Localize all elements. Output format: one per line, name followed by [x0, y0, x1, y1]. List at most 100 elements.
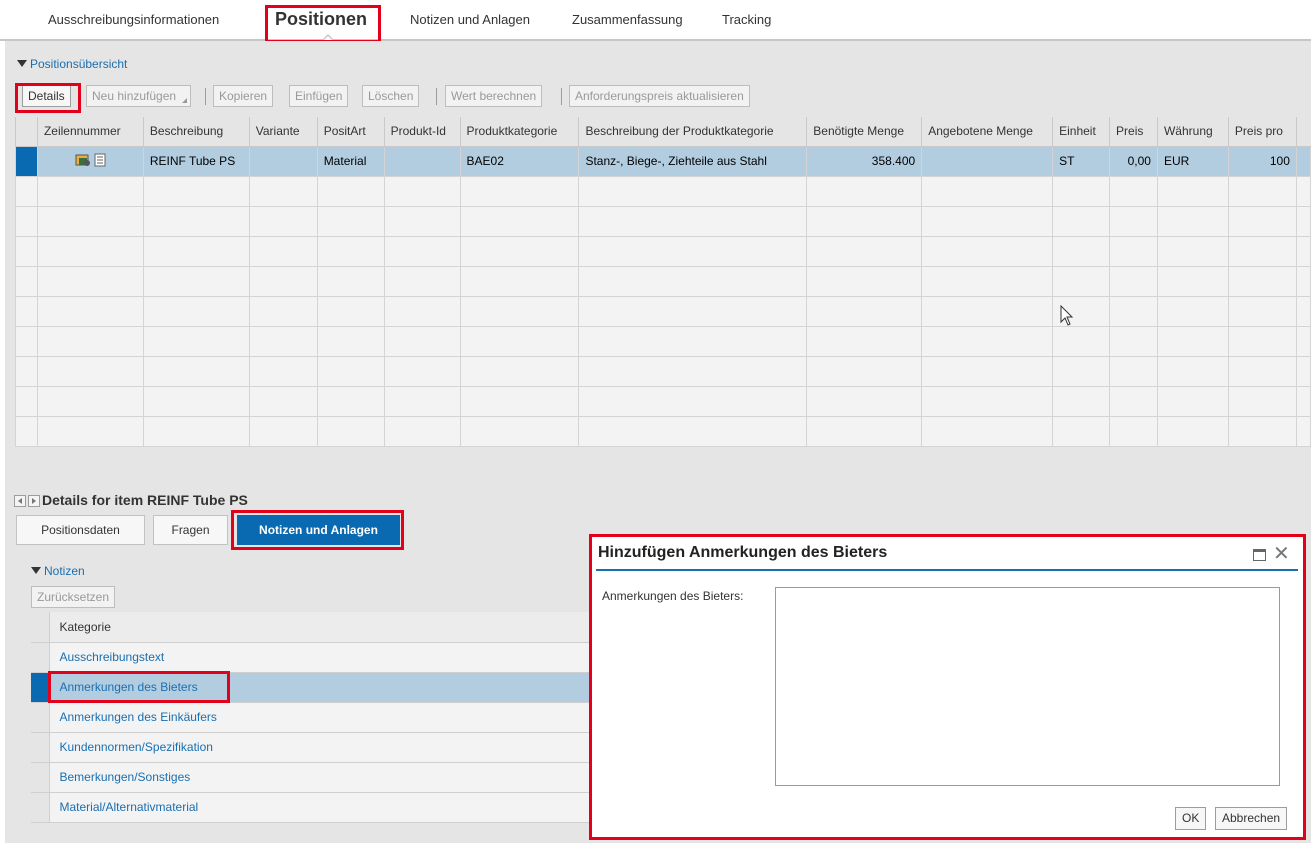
cell-preis[interactable]: 0,00: [1109, 145, 1158, 177]
reset-button[interactable]: Zurücksetzen: [31, 586, 116, 608]
tab-tracking[interactable]: Tracking: [722, 0, 771, 39]
delete-button[interactable]: Löschen: [362, 85, 420, 107]
row-selector: [15, 175, 38, 207]
empty-cell: [142, 265, 250, 297]
empty-table-row: [15, 415, 1311, 447]
category-link[interactable]: Bemerkungen/Sonstiges: [49, 762, 591, 793]
bidder-notes-textarea[interactable]: [775, 587, 1280, 786]
cell-beschreibung[interactable]: REINF Tube PS: [142, 145, 250, 177]
row-selector[interactable]: [15, 145, 38, 177]
column-header[interactable]: Preis pro: [1227, 117, 1297, 147]
section-positionsuebersicht[interactable]: Positionsübersicht: [17, 57, 127, 71]
empty-cell: [1295, 325, 1311, 357]
bidder-notes-label: Anmerkungen des Bieters:: [602, 589, 744, 603]
section-notizen[interactable]: Notizen: [31, 564, 85, 578]
list-item[interactable]: Anmerkungen des Bieters: [31, 672, 591, 703]
next-item-button[interactable]: [28, 495, 40, 507]
cell-preis-pro[interactable]: 100: [1227, 145, 1297, 177]
empty-cell: [806, 415, 923, 447]
item-detail-icon[interactable]: [75, 153, 91, 167]
column-header[interactable]: Benötigte Menge: [806, 117, 922, 147]
empty-cell: [1052, 325, 1111, 357]
tab-notizen-und-anlagen[interactable]: Notizen und Anlagen: [410, 0, 530, 39]
empty-cell: [921, 355, 1054, 387]
column-header[interactable]: Währung: [1156, 117, 1229, 147]
notes-section-label: Notizen: [44, 564, 85, 578]
empty-cell: [36, 355, 144, 387]
row-selector[interactable]: [31, 762, 50, 793]
document-icon[interactable]: [94, 153, 106, 167]
category-link[interactable]: Ausschreibungstext: [49, 642, 591, 673]
category-link[interactable]: Anmerkungen des Bieters: [49, 672, 591, 703]
column-header[interactable]: Beschreibung: [142, 117, 250, 147]
table-header-row: Zeilennummer Beschreibung Variante Posit…: [15, 117, 1311, 147]
cell-empty[interactable]: [1295, 145, 1311, 177]
update-price-button[interactable]: Anforderungspreis aktualisieren: [569, 85, 750, 107]
category-link[interactable]: Material/Alternativmaterial: [49, 792, 591, 823]
subtab-positionsdaten[interactable]: Positionsdaten: [16, 515, 145, 545]
column-header[interactable]: Zeilennummer: [36, 117, 144, 147]
cancel-button[interactable]: Abbrechen: [1215, 807, 1288, 830]
list-item[interactable]: Bemerkungen/Sonstiges: [31, 762, 591, 793]
empty-cell: [1156, 325, 1229, 357]
maximize-icon[interactable]: [1253, 549, 1266, 561]
row-selector[interactable]: [31, 672, 50, 703]
row-selector[interactable]: [31, 702, 50, 733]
table-row[interactable]: REINF Tube PS Material BAE02 Stanz-, Bie…: [15, 145, 1311, 177]
cell-produktkategorie[interactable]: BAE02: [459, 145, 580, 177]
column-header[interactable]: PositArt: [316, 117, 385, 147]
close-icon[interactable]: ✕: [1273, 542, 1290, 566]
tab-ausschreibungsinformationen[interactable]: Ausschreibungsinformationen: [48, 0, 219, 39]
row-selector[interactable]: [31, 732, 50, 763]
empty-cell: [1052, 415, 1111, 447]
empty-cell: [383, 205, 461, 237]
cell-waehrung[interactable]: EUR: [1156, 145, 1229, 177]
cell-positart[interactable]: Material: [316, 145, 385, 177]
add-new-button[interactable]: Neu hinzufügen: [86, 85, 192, 107]
cell-einheit[interactable]: ST: [1052, 145, 1111, 177]
paste-button[interactable]: Einfügen: [289, 85, 349, 107]
cell-produkt-id[interactable]: [383, 145, 461, 177]
empty-cell: [248, 295, 318, 327]
column-header[interactable]: [1295, 117, 1311, 147]
details-button[interactable]: Details: [22, 85, 71, 107]
copy-button[interactable]: Kopieren: [213, 85, 274, 107]
tab-zusammenfassung[interactable]: Zusammenfassung: [572, 0, 683, 39]
cell-angebotene-menge[interactable]: [921, 145, 1054, 177]
empty-cell: [1295, 175, 1311, 207]
column-header[interactable]: Beschreibung der Produktkategorie: [578, 117, 807, 147]
add-new-label: Neu hinzufügen: [92, 89, 177, 103]
list-item[interactable]: Material/Alternativmaterial: [31, 792, 591, 823]
row-selector[interactable]: [31, 792, 50, 823]
cell-variante[interactable]: [248, 145, 318, 177]
category-link[interactable]: Anmerkungen des Einkäufers: [49, 702, 591, 733]
active-tab-caret-icon: [322, 33, 334, 41]
column-header[interactable]: Angebotene Menge: [921, 117, 1053, 147]
empty-cell: [578, 295, 808, 327]
row-selector-header: [15, 117, 38, 147]
tab-positionen[interactable]: Positionen: [275, 0, 367, 39]
row-selector[interactable]: [31, 642, 50, 673]
empty-cell: [316, 205, 385, 237]
calculate-value-button[interactable]: Wert berechnen: [445, 85, 543, 107]
previous-item-button[interactable]: [14, 495, 26, 507]
list-item[interactable]: Ausschreibungstext: [31, 642, 591, 673]
column-header[interactable]: Preis: [1109, 117, 1158, 147]
empty-cell: [921, 235, 1054, 267]
subtab-fragen[interactable]: Fragen: [153, 515, 228, 545]
category-link[interactable]: Kundennormen/Spezifikation: [49, 732, 591, 763]
cell-benoetigte-menge[interactable]: 358.400: [806, 145, 923, 177]
row-selector: [15, 415, 38, 447]
list-item[interactable]: Kundennormen/Spezifikation: [31, 732, 591, 763]
subtab-notizen-und-anlagen[interactable]: Notizen und Anlagen: [237, 515, 400, 545]
column-header[interactable]: Produktkategorie: [459, 117, 579, 147]
column-header[interactable]: Produkt-Id: [383, 117, 461, 147]
row-selector: [15, 235, 38, 267]
cell-kategorie-beschreibung[interactable]: Stanz-, Biege-, Ziehteile aus Stahl: [578, 145, 808, 177]
list-item[interactable]: Anmerkungen des Einkäufers: [31, 702, 591, 733]
column-header[interactable]: Variante: [248, 117, 318, 147]
empty-cell: [806, 175, 923, 207]
column-header[interactable]: Einheit: [1052, 117, 1110, 147]
ok-button[interactable]: OK: [1175, 807, 1207, 830]
empty-cell: [806, 235, 923, 267]
